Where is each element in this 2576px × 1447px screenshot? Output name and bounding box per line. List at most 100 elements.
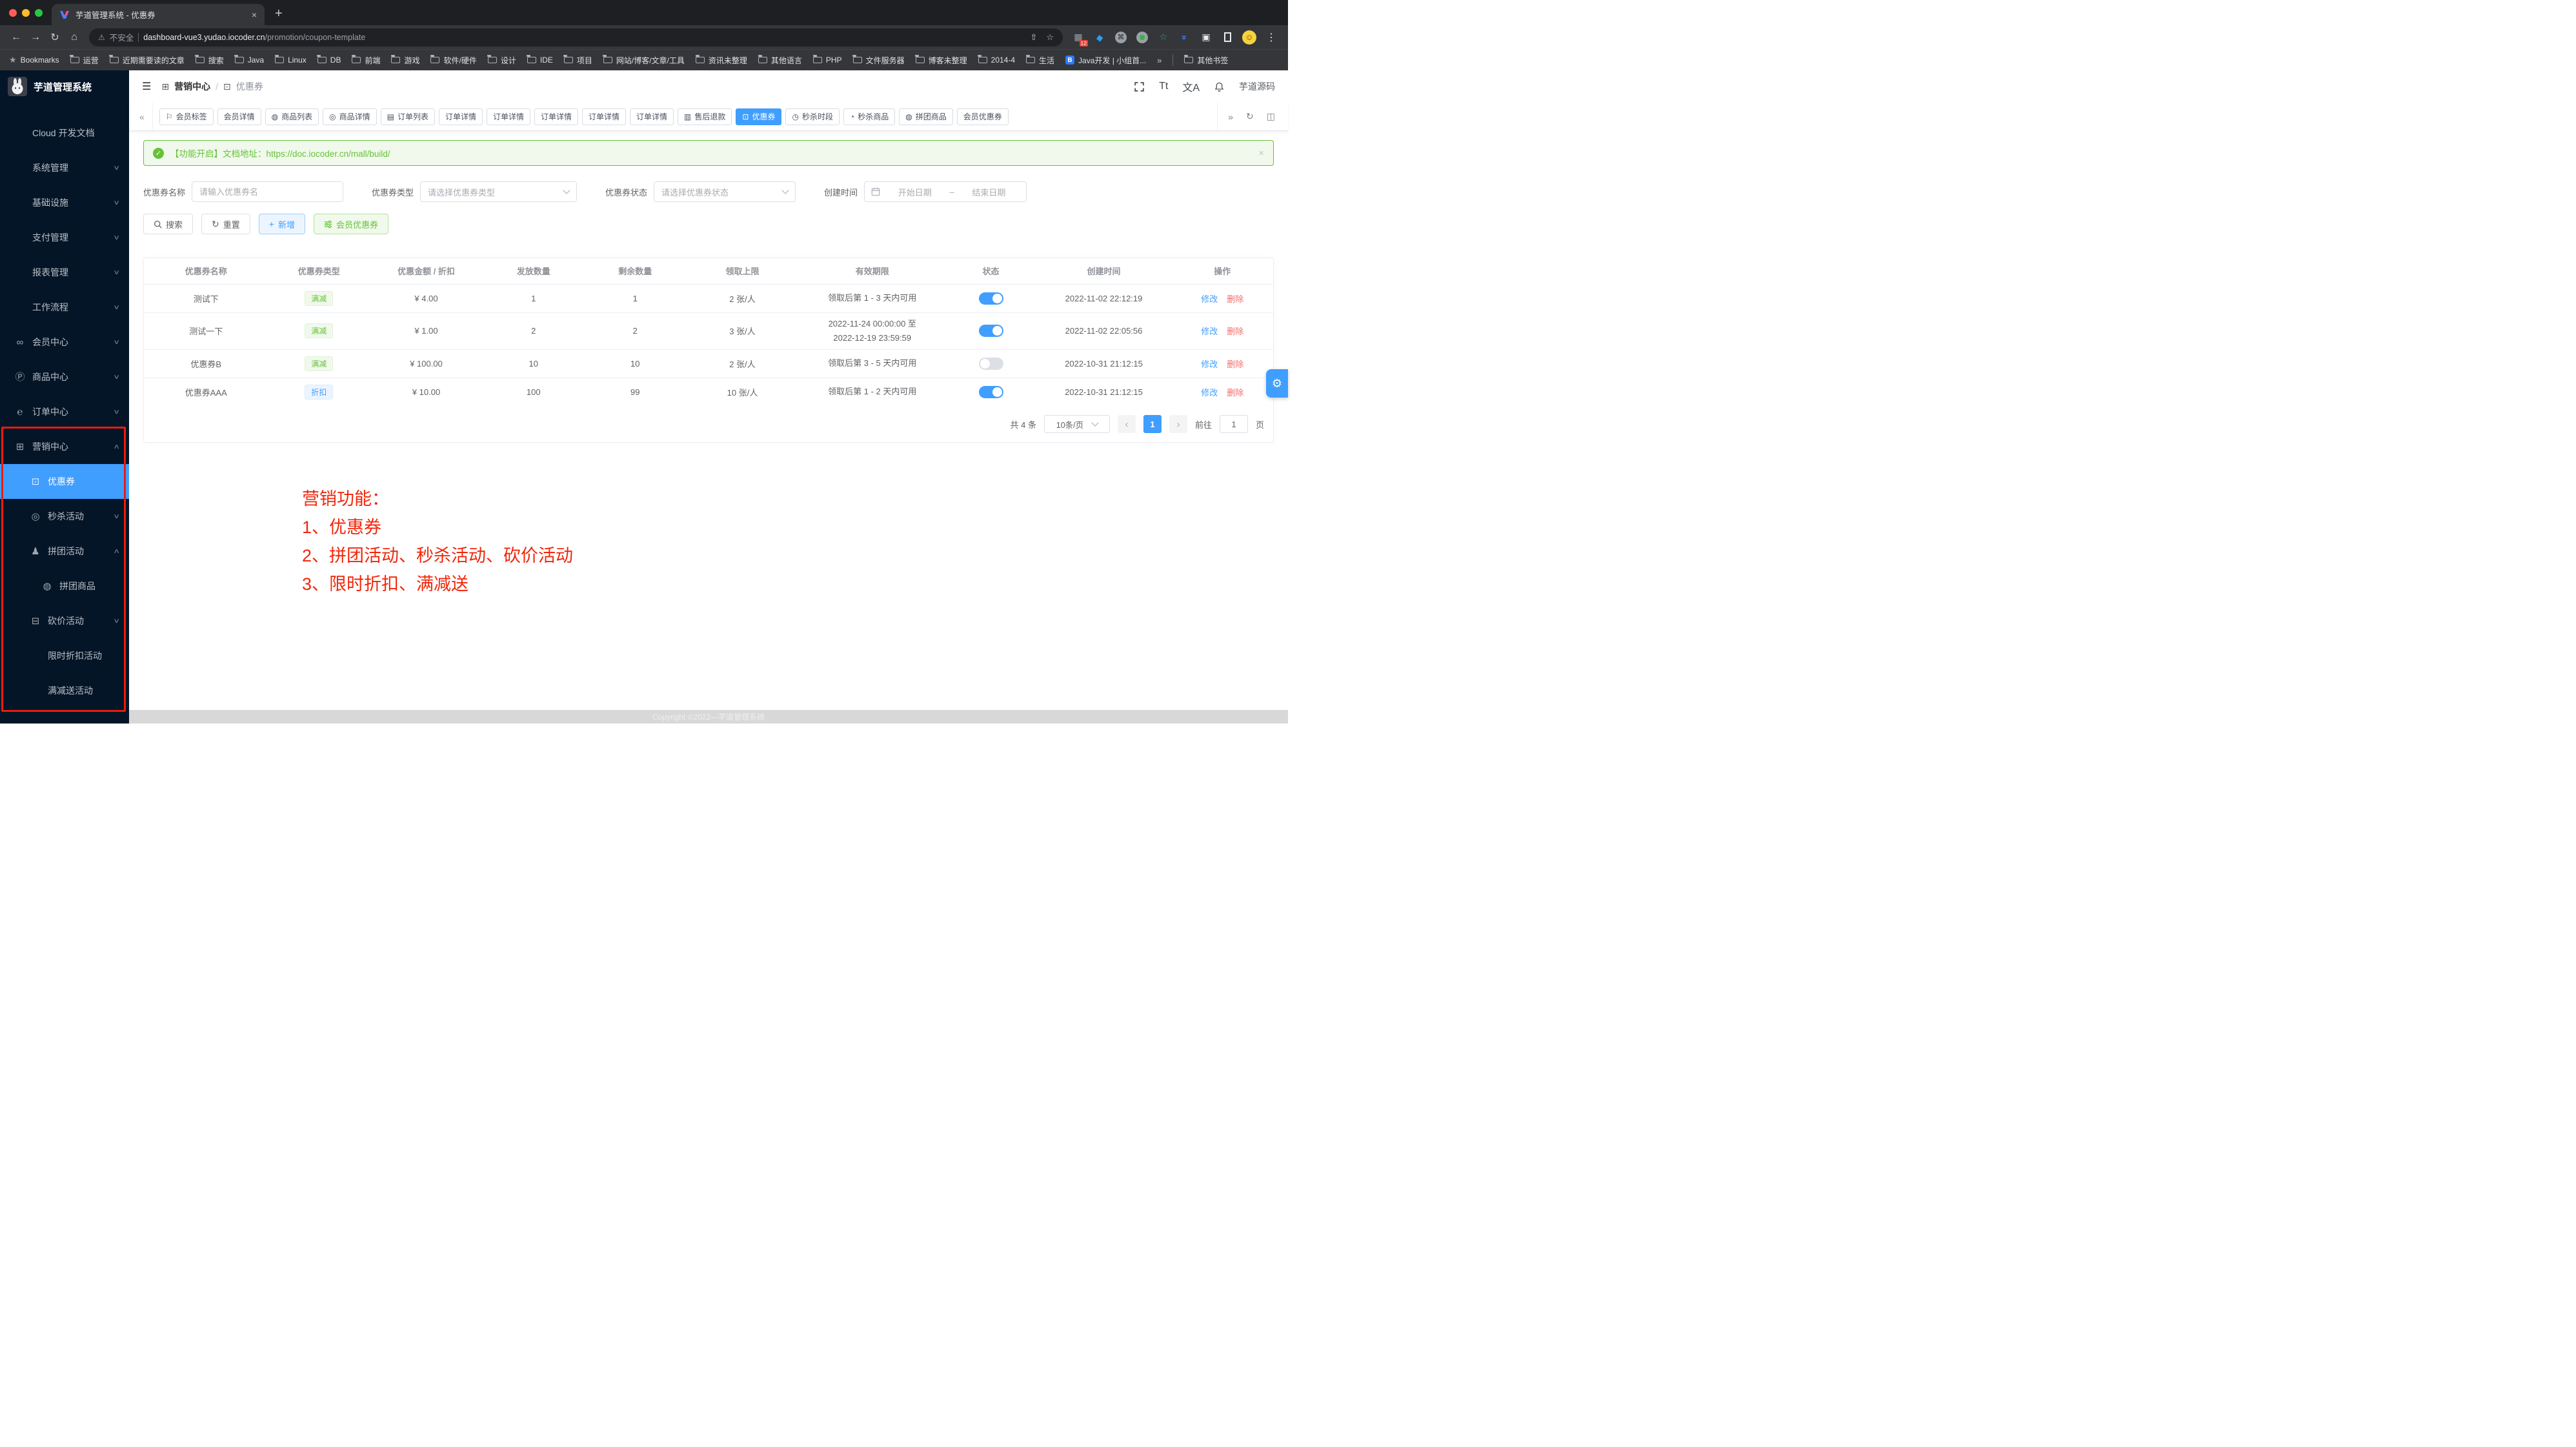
edit-link[interactable]: 修改 bbox=[1201, 359, 1218, 369]
bookmark-folder[interactable]: 近期需要读的文章 bbox=[110, 55, 185, 66]
delete-link[interactable]: 删除 bbox=[1227, 327, 1243, 336]
bookmark-folder[interactable]: 软件/硬件 bbox=[430, 55, 476, 66]
bookmark-star-icon[interactable]: ☆ bbox=[1046, 32, 1054, 43]
bookmark-folder[interactable]: PHP bbox=[813, 56, 842, 65]
profile-avatar[interactable]: ☺ bbox=[1242, 30, 1256, 45]
extension-star-icon[interactable]: ☆ bbox=[1157, 31, 1170, 44]
page-tab[interactable]: 商品列表 bbox=[265, 108, 319, 125]
page-tab[interactable]: 会员详情 bbox=[217, 108, 261, 125]
page-tab[interactable]: 订单详情 bbox=[439, 108, 483, 125]
page-tab[interactable]: 订单列表 bbox=[381, 108, 435, 125]
page-tab[interactable]: 订单详情 bbox=[630, 108, 674, 125]
refresh-page-icon[interactable]: ↻ bbox=[1240, 111, 1260, 122]
page-tab[interactable]: 会员优惠券 bbox=[957, 108, 1009, 125]
sidebar-item[interactable]: Cloud 开发文档 bbox=[0, 116, 129, 150]
page-tab[interactable]: 优惠券 bbox=[736, 108, 781, 125]
minimize-window-button[interactable] bbox=[22, 9, 30, 17]
sidebar-item[interactable]: 限时折扣活动 bbox=[0, 638, 129, 673]
sidebar-item[interactable]: 满减送活动 bbox=[0, 673, 129, 708]
maximize-window-button[interactable] bbox=[35, 9, 43, 17]
bookmark-folder[interactable]: 生活 bbox=[1026, 55, 1054, 66]
sidebar-item[interactable]: 砍价活动 bbox=[0, 603, 129, 638]
bookmark-folder[interactable]: 运营 bbox=[70, 55, 99, 66]
status-toggle[interactable] bbox=[979, 325, 1003, 337]
coupon-name-input[interactable] bbox=[192, 181, 343, 202]
bookmark-link[interactable]: BJava开发 | 小组首... bbox=[1065, 55, 1146, 66]
sidebar-item[interactable]: 基础设施 bbox=[0, 185, 129, 220]
reset-button[interactable]: ↻ 重置 bbox=[201, 214, 250, 234]
bookmark-folder[interactable]: 其他语言 bbox=[758, 55, 802, 66]
next-page-button[interactable] bbox=[1169, 415, 1187, 433]
extension-kite-icon[interactable]: ◆ bbox=[1092, 30, 1107, 45]
coupon-type-select[interactable]: 请选择优惠券类型 bbox=[420, 181, 577, 202]
bookmarks-overflow-icon[interactable]: » bbox=[1157, 56, 1162, 65]
extension-record-icon[interactable] bbox=[1136, 31, 1149, 44]
page-tab[interactable]: 订单详情 bbox=[582, 108, 626, 125]
reload-icon[interactable]: ↻ bbox=[45, 31, 65, 44]
layout-panes-icon[interactable]: ◫ bbox=[1260, 111, 1282, 122]
close-window-button[interactable] bbox=[9, 9, 17, 17]
extension-panel-icon[interactable] bbox=[1221, 31, 1234, 44]
bookmark-folder[interactable]: 设计 bbox=[488, 55, 516, 66]
sidebar-item[interactable]: 订单中心 bbox=[0, 394, 129, 429]
page-tab[interactable]: 拼团商品 bbox=[899, 108, 953, 125]
app-logo-row[interactable]: 芋道管理系统 bbox=[0, 70, 129, 103]
page-tab[interactable]: 售后退款 bbox=[678, 108, 732, 125]
add-button[interactable]: + 新增 bbox=[259, 214, 305, 234]
sidebar-item[interactable]: 秒杀活动 bbox=[0, 499, 129, 534]
prev-page-button[interactable] bbox=[1118, 415, 1136, 433]
page-size-select[interactable]: 10条/页 bbox=[1044, 415, 1110, 433]
browser-menu-icon[interactable]: ⋮ bbox=[1265, 31, 1278, 44]
scroll-tabs-right-icon[interactable]: » bbox=[1222, 112, 1240, 122]
sidebar-item[interactable]: 营销中心 bbox=[0, 429, 129, 464]
notification-bell-icon[interactable] bbox=[1214, 81, 1225, 92]
date-range-picker[interactable]: 开始日期 – 结束日期 bbox=[864, 181, 1027, 202]
bookmarks-label[interactable]: ★Bookmarks bbox=[9, 55, 59, 65]
sidebar-item[interactable]: 支付管理 bbox=[0, 220, 129, 255]
scroll-tabs-left-icon[interactable] bbox=[136, 112, 148, 122]
page-tab[interactable]: 会员标签 bbox=[159, 108, 214, 125]
extension-command-icon[interactable]: ⌘ bbox=[1114, 31, 1127, 44]
browser-tab[interactable]: 芋道管理系统 - 优惠券 × bbox=[52, 4, 265, 25]
breadcrumb-promotion[interactable]: 营销中心 bbox=[174, 80, 210, 93]
page-tab[interactable]: 商品详情 bbox=[323, 108, 377, 125]
sidebar-item[interactable]: 系统管理 bbox=[0, 150, 129, 185]
goto-page-input[interactable] bbox=[1220, 415, 1248, 433]
bookmark-folder[interactable]: IDE bbox=[527, 56, 553, 65]
back-icon[interactable]: ← bbox=[6, 32, 26, 43]
bookmark-folder[interactable]: Java bbox=[235, 56, 264, 65]
extensions-puzzle-icon[interactable]: ▣ bbox=[1200, 31, 1213, 44]
delete-link[interactable]: 删除 bbox=[1227, 388, 1243, 398]
close-tab-icon[interactable]: × bbox=[252, 10, 257, 20]
fullscreen-icon[interactable] bbox=[1134, 81, 1145, 92]
page-tab[interactable]: 秒杀商品 bbox=[843, 108, 895, 125]
status-toggle[interactable] bbox=[979, 386, 1003, 398]
bookmark-folder[interactable]: 2014-4 bbox=[978, 56, 1015, 65]
sidebar-item[interactable]: 商品中心 bbox=[0, 359, 129, 394]
bookmark-folder[interactable]: Linux bbox=[275, 56, 307, 65]
settings-gear-button[interactable]: ⚙ bbox=[1266, 369, 1288, 398]
address-bar[interactable]: ⚠ 不安全 dashboard-vue3.yudao.iocoder.cn/pr… bbox=[89, 28, 1063, 46]
sidebar-item[interactable]: 报表管理 bbox=[0, 255, 129, 290]
bookmark-folder[interactable]: 博客未整理 bbox=[916, 55, 967, 66]
status-toggle[interactable] bbox=[979, 358, 1003, 370]
home-icon[interactable]: ⌂ bbox=[65, 32, 84, 43]
extension-chevrons-icon[interactable]: » bbox=[1178, 31, 1191, 44]
member-coupon-button[interactable]: 会员优惠券 bbox=[314, 214, 388, 234]
page-tab[interactable]: 订单详情 bbox=[487, 108, 530, 125]
edit-link[interactable]: 修改 bbox=[1201, 388, 1218, 398]
bookmark-folder[interactable]: DB bbox=[317, 56, 341, 65]
font-size-icon[interactable]: Tt bbox=[1159, 81, 1168, 92]
sidebar-item[interactable]: 工作流程 bbox=[0, 290, 129, 325]
forward-icon[interactable]: → bbox=[26, 32, 45, 43]
page-tab[interactable]: 订单详情 bbox=[534, 108, 578, 125]
edit-link[interactable]: 修改 bbox=[1201, 294, 1218, 304]
status-toggle[interactable] bbox=[979, 292, 1003, 305]
current-page-button[interactable]: 1 bbox=[1143, 415, 1162, 433]
username[interactable]: 芋道源码 bbox=[1239, 80, 1275, 93]
alert-doc-link[interactable]: https://doc.iocoder.cn/mall/build/ bbox=[267, 149, 390, 159]
collapse-menu-icon[interactable]: ☰ bbox=[142, 80, 151, 93]
other-bookmarks[interactable]: 其他书签 bbox=[1184, 55, 1228, 66]
sidebar-item[interactable]: 会员中心 bbox=[0, 325, 129, 359]
bookmark-folder[interactable]: 搜索 bbox=[196, 55, 224, 66]
